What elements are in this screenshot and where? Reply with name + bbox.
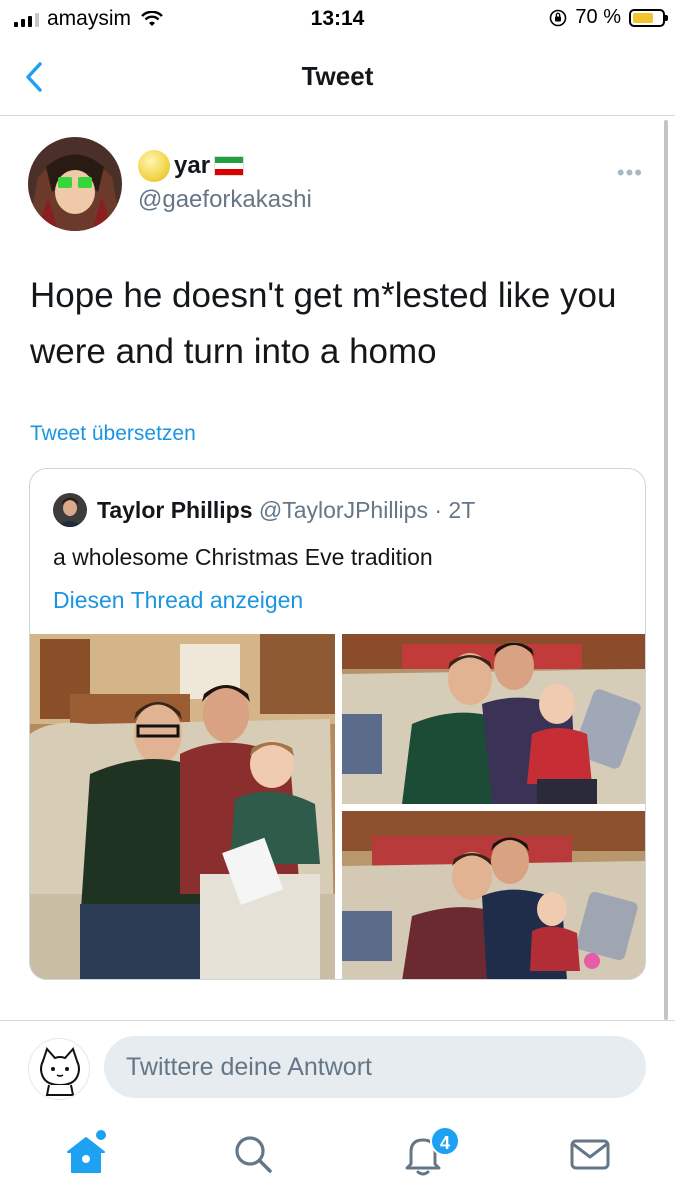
quoted-tweet-card[interactable]: Taylor Phillips @TaylorJPhillips · 2T a …	[29, 468, 646, 980]
status-right: 70 %	[549, 6, 668, 29]
reply-input[interactable]	[104, 1036, 646, 1098]
iran-flag-icon	[214, 156, 245, 176]
quoted-text: a wholesome Christmas Eve tradition	[53, 544, 433, 570]
author-handle[interactable]: @gaeforkakashi	[138, 186, 312, 214]
author-avatar[interactable]	[28, 137, 122, 231]
author-name: yar	[174, 152, 211, 179]
quoted-separator: ·	[434, 497, 443, 523]
notification-badge: 4	[430, 1126, 460, 1156]
scrollbar[interactable]	[664, 120, 668, 1020]
quoted-author-name: Taylor Phillips	[97, 497, 253, 523]
quoted-photo-grid	[30, 634, 645, 979]
status-bar: amaysim 13:14 70 %	[0, 0, 675, 40]
quoted-age: 2T	[448, 497, 476, 523]
quoted-header: Taylor Phillips @TaylorJPhillips · 2T	[97, 497, 475, 524]
quoted-author-handle: @TaylorJPhillips	[258, 497, 428, 523]
reply-divider	[0, 1020, 675, 1021]
messages-icon[interactable]	[566, 1130, 614, 1178]
photo-1[interactable]	[30, 634, 335, 979]
moon-icon	[138, 150, 170, 182]
battery-percent: 70 %	[575, 6, 621, 28]
show-thread-link[interactable]: Diesen Thread anzeigen	[53, 587, 303, 614]
search-icon[interactable]	[229, 1130, 277, 1178]
author-display-name[interactable]: yar	[138, 150, 245, 182]
photo-2[interactable]	[342, 634, 645, 804]
nav-bar: Tweet	[0, 40, 675, 116]
orientation-lock-icon	[550, 9, 567, 26]
avatar-image	[28, 137, 122, 231]
home-unread-dot	[96, 1130, 106, 1140]
photo-3[interactable]	[342, 811, 645, 979]
current-user-avatar[interactable]	[28, 1038, 90, 1100]
page-title: Tweet	[301, 61, 374, 91]
tweet-text: Hope he doesn't get m*lested like you we…	[30, 276, 617, 371]
battery-icon	[629, 8, 668, 27]
quoted-author-avatar	[53, 493, 87, 527]
ellipsis-icon[interactable]: •••	[617, 160, 643, 186]
translate-link[interactable]: Tweet übersetzen	[30, 422, 196, 446]
